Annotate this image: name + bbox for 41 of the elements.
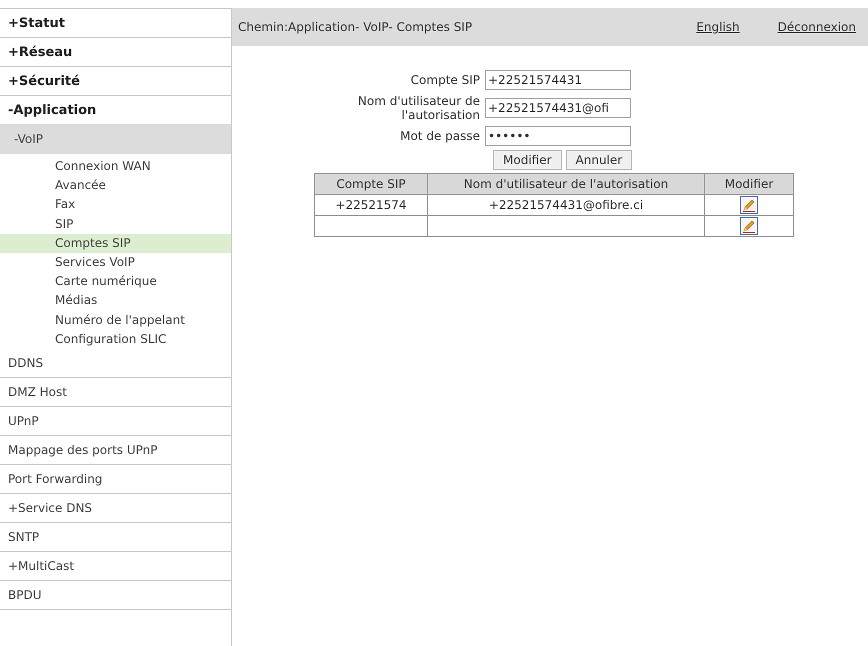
sidebar-item[interactable]: Connexion WAN [0, 157, 231, 176]
sidebar-item[interactable]: Numéro de l'appelant [0, 310, 231, 330]
sidebar-item[interactable]: +Service DNS [0, 494, 231, 523]
sidebar-item[interactable]: +Sécurité [0, 66, 231, 95]
sidebar-item[interactable]: SNTP [0, 522, 231, 552]
input-field[interactable]: +22521574431 [485, 70, 631, 90]
sidebar-item[interactable]: +MultiCast [0, 552, 231, 581]
field-label: Nom d'utilisateur de l'autorisation [356, 94, 480, 122]
sidebar-item[interactable]: DDNS [0, 348, 231, 378]
sidebar-item[interactable]: Port Forwarding [0, 464, 231, 494]
edit-icon[interactable] [740, 217, 758, 235]
sidebar-item[interactable]: UPnP [0, 406, 231, 436]
sidebar-item[interactable]: Mappage des ports UPnP [0, 436, 231, 465]
sidebar-item[interactable]: Fax [0, 195, 231, 215]
sidebar-item[interactable]: Carte numérique [0, 272, 231, 292]
sidebar-item[interactable]: +Statut [0, 8, 231, 37]
sidebar-item[interactable]: Services VoIP [0, 252, 231, 272]
column-header: Compte SIP [314, 174, 428, 194]
input-field[interactable]: •••••• [485, 126, 631, 146]
field-label: Compte SIP [410, 73, 480, 87]
sidebar-item[interactable]: +Réseau [0, 37, 231, 66]
sidebar-item[interactable]: Configuration SLIC [0, 330, 231, 349]
sidebar-item[interactable]: BPDU [0, 580, 231, 610]
sidebar-item[interactable]: Comptes SIP [0, 234, 231, 253]
sidebar-item[interactable]: Avancée [0, 176, 231, 196]
table-cell: +22521574431@ofibre.ci [488, 198, 644, 212]
column-header: Modifier [704, 174, 794, 194]
input-field[interactable]: +22521574431@ofi [485, 98, 631, 118]
edit-icon[interactable] [740, 196, 758, 214]
column-header: Nom d'utilisateur de l'autorisation [428, 174, 704, 194]
sidebar-item[interactable]: SIP [0, 214, 231, 234]
form-button[interactable]: Modifier [493, 150, 562, 170]
form-button[interactable]: Annuler [566, 150, 632, 170]
sidebar-item[interactable]: Médias [0, 291, 231, 310]
sidebar-item[interactable]: DMZ Host [0, 378, 231, 407]
field-label: Mot de passe [399, 129, 480, 143]
breadcrumb: Chemin:Application- VoIP- Comptes SIP [238, 20, 474, 34]
table-cell: +22521574 [335, 198, 407, 212]
header-link[interactable]: English [696, 20, 740, 34]
sidebar-item[interactable]: -VoIP [0, 124, 231, 154]
header-link[interactable]: Déconnexion [778, 20, 856, 34]
